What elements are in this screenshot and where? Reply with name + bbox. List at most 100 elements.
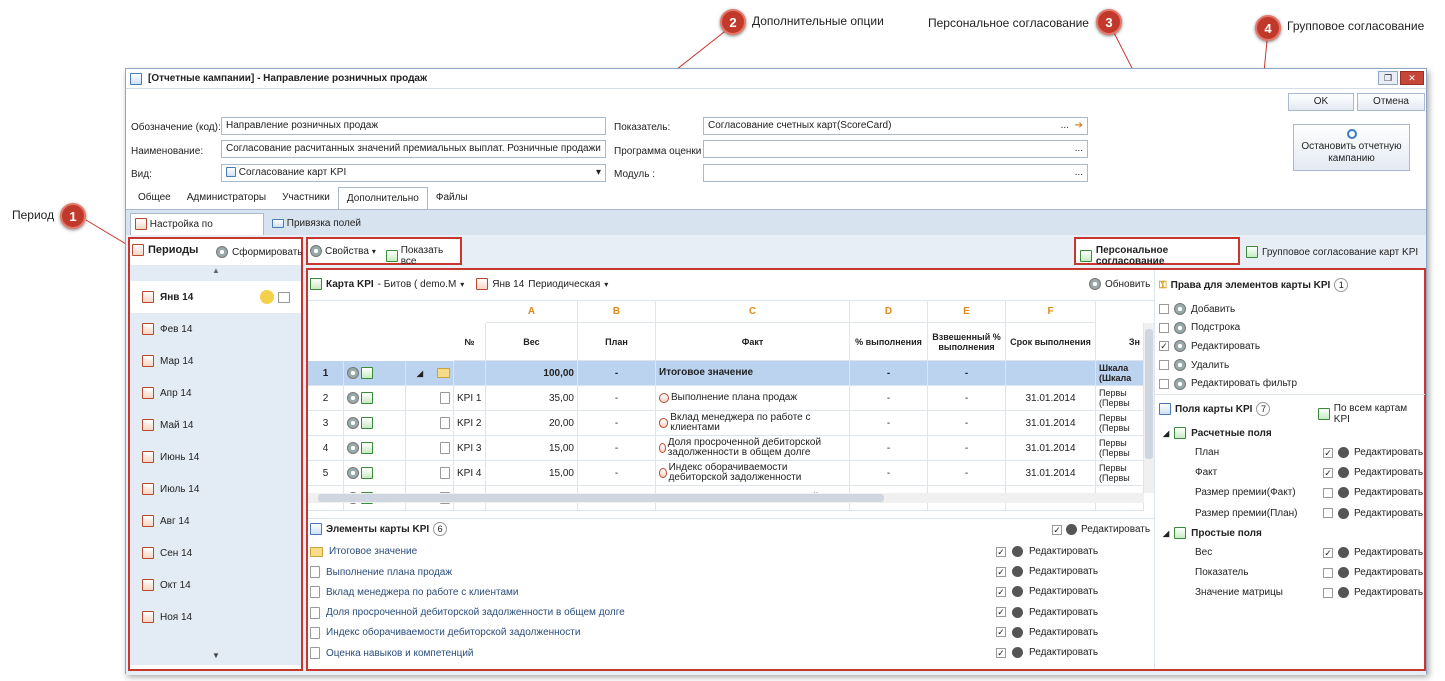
row-plan[interactable]: - xyxy=(578,461,656,486)
checkbox[interactable] xyxy=(1323,567,1333,578)
checkbox[interactable] xyxy=(1323,508,1333,519)
kpi-period-type[interactable]: Периодическая xyxy=(528,279,600,290)
element-edit-toggle[interactable]: ✓ Редактировать xyxy=(996,566,1098,578)
subtab-fields[interactable]: Привязка полей xyxy=(268,213,365,235)
row-weight[interactable]: 35,00 xyxy=(486,386,578,411)
row-due-date[interactable]: 31.01.2014 xyxy=(1006,436,1096,461)
header-plan[interactable]: План xyxy=(578,323,656,361)
program-field[interactable]: ... xyxy=(703,140,1088,158)
field-edit-toggle[interactable]: Редактировать xyxy=(1323,587,1423,599)
generate-button[interactable]: Сформировать xyxy=(216,246,303,258)
header-weight[interactable]: Вес xyxy=(486,323,578,361)
row-plan[interactable]: - xyxy=(578,411,656,436)
row-plan[interactable]: - xyxy=(578,436,656,461)
gear-icon[interactable] xyxy=(347,467,359,479)
properties-button[interactable]: Свойства ▾ xyxy=(310,245,376,257)
checkbox[interactable] xyxy=(1323,487,1333,498)
list-item[interactable]: Выполнение плана продаж xyxy=(310,566,452,579)
name-field[interactable]: Согласование расчитанных значений премиа… xyxy=(221,140,606,158)
show-all-button[interactable]: Показать все xyxy=(386,245,460,267)
list-item[interactable]: Вклад менеджера по работе с клиентами xyxy=(310,586,518,599)
all-cards-button[interactable]: По всем картам KPI xyxy=(1318,403,1424,425)
field-edit-toggle[interactable]: Редактировать xyxy=(1323,507,1423,519)
tab-files[interactable]: Файлы xyxy=(428,187,476,209)
subtab-periods[interactable]: Настройка по периодам xyxy=(130,213,264,252)
table-row[interactable]: 5 KPI 4 15,00 - Индекс оборачиваемости д… xyxy=(308,461,1144,486)
vertical-scroll-thumb[interactable] xyxy=(1145,329,1153,459)
checkbox[interactable] xyxy=(1159,360,1169,371)
element-edit-toggle[interactable]: ✓ Редактировать xyxy=(996,606,1098,618)
rights-item[interactable]: Добавить xyxy=(1159,303,1235,315)
chevron-down-icon[interactable]: ▾ xyxy=(604,280,608,289)
checkbox[interactable] xyxy=(1159,378,1169,389)
close-button[interactable]: ✕ xyxy=(1400,71,1424,85)
rights-item[interactable]: Подстрока xyxy=(1159,321,1240,334)
header-percent[interactable]: % выполнения xyxy=(850,323,928,361)
expand-icon[interactable]: ◢ xyxy=(417,369,423,378)
approval-icon[interactable] xyxy=(361,467,373,479)
kpi-period[interactable]: Янв 14 xyxy=(492,279,524,290)
kpi-card-value[interactable]: - Битов ( demo.M xyxy=(378,279,457,290)
row-due-date[interactable] xyxy=(1006,361,1096,386)
row-due-date[interactable]: 31.01.2014 xyxy=(1006,411,1096,436)
row-weight[interactable]: 20,00 xyxy=(486,411,578,436)
checkbox[interactable]: ✓ xyxy=(996,607,1006,618)
period-item-jul[interactable]: Июль 14 xyxy=(130,473,301,505)
checkbox[interactable]: ✓ xyxy=(996,647,1006,658)
copy-icon[interactable] xyxy=(278,291,290,303)
field-group[interactable]: ◢ Простые поля xyxy=(1163,527,1262,539)
tab-admins[interactable]: Администраторы xyxy=(179,187,274,209)
checkbox[interactable]: ✓ xyxy=(996,566,1006,577)
element-edit-toggle[interactable]: ✓ Редактировать xyxy=(996,546,1098,557)
row-due-date[interactable]: 31.01.2014 xyxy=(1006,386,1096,411)
elements-edit-all[interactable]: ✓ Редактировать xyxy=(1052,524,1150,535)
period-item-oct[interactable]: Окт 14 xyxy=(130,569,301,601)
cancel-button[interactable]: Отмена xyxy=(1357,93,1425,111)
field-edit-toggle[interactable]: Редактировать xyxy=(1323,567,1423,579)
approval-icon[interactable] xyxy=(361,367,373,379)
group-approval-toggle[interactable]: Групповое согласование карт KPI xyxy=(1246,246,1418,258)
element-edit-toggle[interactable]: ✓ Редактировать xyxy=(996,586,1098,598)
row-fact[interactable]: Индекс оборачиваемости дебиторской задол… xyxy=(656,461,850,486)
dots-icon[interactable]: ... xyxy=(1075,167,1083,178)
field-edit-toggle[interactable]: ✓ Редактировать xyxy=(1323,547,1423,558)
row-weight[interactable]: 15,00 xyxy=(486,461,578,486)
module-field[interactable]: ... xyxy=(703,164,1088,182)
gear-icon[interactable] xyxy=(347,442,359,454)
gear-icon[interactable] xyxy=(347,392,359,404)
row-plan[interactable]: - xyxy=(578,361,656,386)
link-icon[interactable]: ➔ xyxy=(1075,120,1083,131)
personal-approval-toggle[interactable]: Персональное согласование xyxy=(1074,237,1240,267)
horizontal-scrollbar[interactable] xyxy=(308,493,1144,503)
lightning-icon[interactable] xyxy=(260,290,274,304)
checkbox[interactable]: ✓ xyxy=(1323,467,1333,478)
stop-campaign-button[interactable]: Остановить отчетную кампанию xyxy=(1293,124,1410,171)
dots-icon[interactable]: ... xyxy=(1075,143,1083,154)
period-item-mar[interactable]: Мар 14 xyxy=(130,345,301,377)
list-item[interactable]: Оценка навыков и компетенций xyxy=(310,647,474,659)
table-row[interactable]: 1 ◢ 100,00 - Итоговое значение - - Шкала… xyxy=(308,361,1144,386)
code-field[interactable]: Направление розничных продаж xyxy=(221,117,606,135)
element-edit-toggle[interactable]: ✓ Редактировать xyxy=(996,626,1098,638)
row-fact[interactable]: Доля просроченной дебиторской задолженно… xyxy=(656,436,850,461)
table-row[interactable]: 4 KPI 3 15,00 - Доля просроченной дебито… xyxy=(308,436,1144,461)
tab-general[interactable]: Общее xyxy=(130,187,179,209)
refresh-button[interactable]: Обновить xyxy=(1089,278,1150,290)
tab-participants[interactable]: Участники xyxy=(274,187,338,209)
approval-icon[interactable] xyxy=(361,442,373,454)
checkbox[interactable]: ✓ xyxy=(1052,524,1062,535)
field-edit-toggle[interactable]: ✓ Редактировать xyxy=(1323,467,1423,479)
period-item-aug[interactable]: Авг 14 xyxy=(130,505,301,537)
row-fact[interactable]: Вклад менеджера по работе с клиентами xyxy=(656,411,850,436)
gear-icon[interactable] xyxy=(347,417,359,429)
row-plan[interactable]: - xyxy=(578,386,656,411)
checkbox[interactable] xyxy=(1159,304,1169,314)
row-weight[interactable]: 15,00 xyxy=(486,436,578,461)
collapse-icon[interactable]: ◢ xyxy=(1163,429,1169,438)
row-fact[interactable]: Итоговое значение xyxy=(656,361,850,386)
header-extra[interactable]: Зн xyxy=(1096,323,1144,361)
chevron-down-icon[interactable]: ▾ xyxy=(460,280,464,289)
header-weighted-percent[interactable]: Взвешенный % выполнения xyxy=(928,323,1006,361)
rights-item[interactable]: ✓ Редактировать xyxy=(1159,340,1260,353)
restore-button[interactable]: ❐ xyxy=(1378,71,1398,85)
